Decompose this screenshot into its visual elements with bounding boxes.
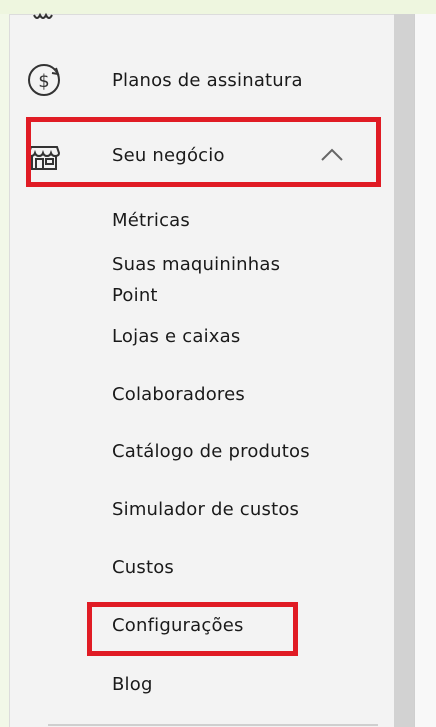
sidebar-item-label: Planos de assinatura (112, 70, 303, 91)
submenu-item-custos[interactable]: Custos (112, 557, 174, 578)
submenu-item-blog[interactable]: Blog (112, 674, 153, 695)
left-backdrop (0, 14, 9, 727)
highlight-box (26, 117, 381, 187)
partial-menu-icon (24, 0, 64, 40)
submenu-item-suas-maquininhas[interactable]: Suas maquininhas (112, 254, 280, 275)
submenu-item-metricas[interactable]: Métricas (112, 210, 190, 231)
submenu-item-lojas-e-caixas[interactable]: Lojas e caixas (112, 326, 240, 347)
submenu-item-point[interactable]: Point (112, 285, 158, 306)
highlight-box (87, 602, 298, 656)
submenu-item-catalogo-de-produtos[interactable]: Catálogo de produtos (112, 441, 310, 462)
submenu-item-simulador-de-custos[interactable]: Simulador de custos (112, 499, 299, 520)
top-backdrop (100, 0, 436, 14)
divider (48, 724, 378, 726)
dollar-circle-icon: $ (24, 60, 64, 100)
scrollbar-track[interactable] (394, 14, 414, 727)
content-edge (414, 14, 436, 727)
svg-text:$: $ (38, 71, 49, 92)
submenu-item-colaboradores[interactable]: Colaboradores (112, 384, 245, 405)
